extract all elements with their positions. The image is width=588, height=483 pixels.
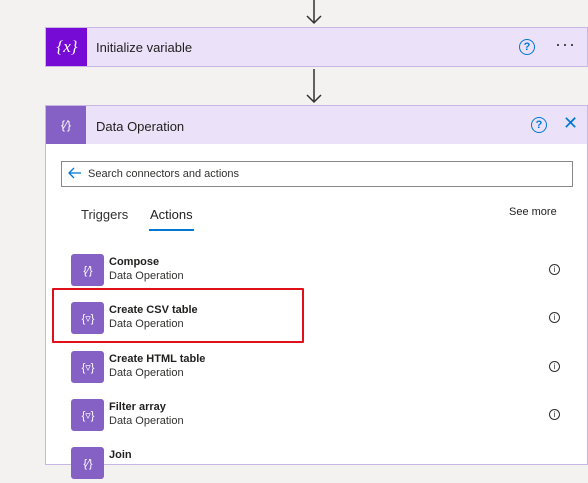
action-item-compose[interactable]: {⁄} Compose Data Operation i xyxy=(71,254,571,290)
variable-icon: {x} xyxy=(46,28,87,66)
search-placeholder: Search connectors and actions xyxy=(88,168,240,180)
action-name: Compose xyxy=(109,256,160,268)
help-button[interactable]: ? xyxy=(531,117,547,133)
data-operation-icon: {⁄} xyxy=(46,106,86,144)
join-icon: {⁄} xyxy=(71,447,104,479)
filter-icon: {▿} xyxy=(71,399,104,431)
tab-triggers[interactable]: Triggers xyxy=(81,207,128,222)
info-icon[interactable]: i xyxy=(549,409,560,420)
action-name: Join xyxy=(109,449,132,461)
data-operation-card: {⁄} Data Operation ? ✕ Search connectors… xyxy=(45,105,588,479)
close-button[interactable]: ✕ xyxy=(563,114,578,132)
help-button[interactable]: ? xyxy=(519,39,535,55)
more-options-button[interactable]: ··· xyxy=(555,34,576,55)
card-title: Initialize variable xyxy=(96,40,193,55)
action-connector: Data Operation xyxy=(109,367,184,379)
connector-arrow-top xyxy=(305,0,323,26)
initialize-variable-card[interactable]: {x} Initialize variable ? ··· xyxy=(45,27,588,67)
svg-text:{▿}: {▿} xyxy=(81,410,94,422)
back-arrow-icon[interactable] xyxy=(68,166,82,185)
highlight-box xyxy=(52,288,304,343)
action-connector: Data Operation xyxy=(109,415,184,427)
card-title: Data Operation xyxy=(96,119,185,134)
active-tab-indicator xyxy=(149,229,194,231)
action-name: Filter array xyxy=(109,401,166,413)
svg-text:{x}: {x} xyxy=(56,37,77,56)
info-icon[interactable]: i xyxy=(549,312,560,323)
action-item-join[interactable]: {⁄} Join xyxy=(71,447,571,483)
svg-text:{⁄}: {⁄} xyxy=(83,458,93,470)
info-icon[interactable]: i xyxy=(549,264,560,275)
info-icon[interactable]: i xyxy=(549,361,560,372)
action-item-filter-array[interactable]: {▿} Filter array Data Operation i xyxy=(71,399,571,435)
connector-arrow-middle xyxy=(305,69,323,104)
card-header[interactable]: {⁄} Data Operation ? ✕ xyxy=(46,106,587,144)
action-item-create-html-table[interactable]: {▿} Create HTML table Data Operation i xyxy=(71,351,571,387)
tab-actions[interactable]: Actions xyxy=(150,207,193,222)
table-icon: {▿} xyxy=(71,351,104,383)
action-name: Create HTML table xyxy=(109,353,206,365)
compose-icon: {⁄} xyxy=(71,254,104,286)
svg-text:{⁄}: {⁄} xyxy=(83,265,93,277)
search-input[interactable]: Search connectors and actions xyxy=(61,161,573,187)
svg-text:{▿}: {▿} xyxy=(81,362,94,374)
see-more-link[interactable]: See more xyxy=(509,206,557,218)
svg-text:{⁄}: {⁄} xyxy=(61,118,71,132)
action-connector: Data Operation xyxy=(109,270,184,282)
